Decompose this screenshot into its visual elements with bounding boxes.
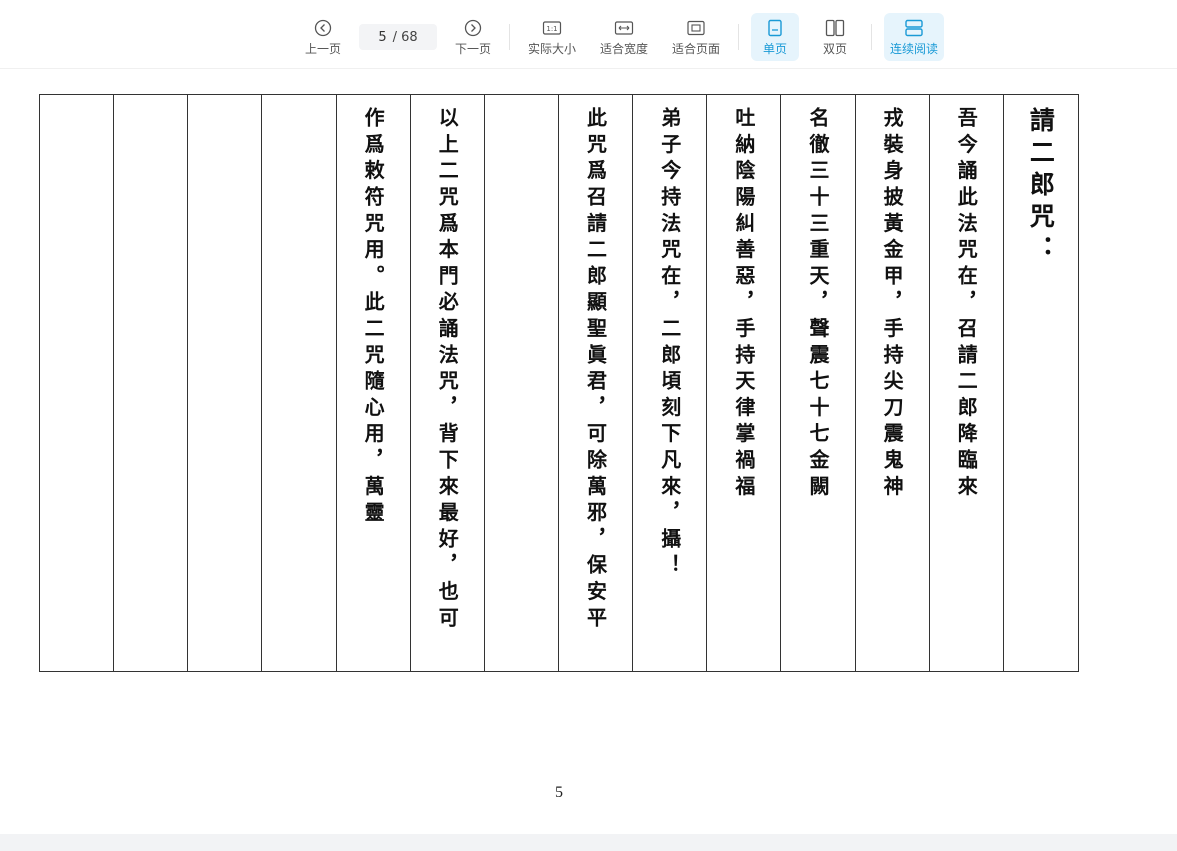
fit-width-button[interactable]: 适合宽度 bbox=[598, 13, 650, 61]
prev-page-button[interactable]: 上一页 bbox=[303, 13, 343, 61]
text-column bbox=[40, 95, 115, 671]
text-column bbox=[485, 95, 559, 671]
continuous-reading-button[interactable]: 连续阅读 bbox=[884, 13, 944, 61]
reader-toolbar: 上一页 5 / 68 下一页 1:1 实际大小 适合宽度 适合页面 单页 双页 … bbox=[0, 0, 1177, 69]
column-text: 以上二咒爲本門必誦法咒，背下來最好，也可 bbox=[435, 107, 460, 633]
column-text: 名徹三十三重天，聲震七十七金闕 bbox=[805, 107, 830, 502]
toolbar-divider bbox=[871, 24, 872, 50]
fit-page-button[interactable]: 适合页面 bbox=[670, 13, 722, 61]
text-column: 此咒爲召請二郎顯聖眞君，可除萬邪，保安平 bbox=[559, 95, 634, 671]
double-page-icon bbox=[825, 17, 845, 39]
svg-text:1:1: 1:1 bbox=[546, 25, 557, 33]
title-column: 請二郎咒： bbox=[1004, 95, 1078, 671]
prev-page-label: 上一页 bbox=[304, 42, 341, 56]
actual-size-icon: 1:1 bbox=[542, 17, 562, 39]
text-column bbox=[262, 95, 337, 671]
single-page-icon bbox=[767, 17, 783, 39]
column-text: 作爲敕符咒用。此二咒隨心用，萬靈 bbox=[361, 107, 386, 528]
fit-width-label: 适合宽度 bbox=[599, 42, 648, 56]
page-indicator: 5 / 68 bbox=[359, 24, 437, 50]
current-page-input[interactable]: 5 bbox=[378, 30, 386, 45]
chevron-left-circle-icon bbox=[314, 17, 332, 39]
single-page-button[interactable]: 单页 bbox=[751, 13, 799, 61]
double-page-label: 双页 bbox=[822, 42, 847, 56]
fit-page-icon bbox=[686, 17, 706, 39]
column-text: 弟子今持法咒在，二郎頃刻下凡來，攝！ bbox=[657, 107, 682, 581]
continuous-reading-label: 连续阅读 bbox=[889, 42, 938, 56]
text-column: 吐納陰陽糾善惡，手持天律掌禍福 bbox=[707, 95, 782, 671]
column-text: 吐納陰陽糾善惡，手持天律掌禍福 bbox=[731, 107, 756, 502]
total-pages: / 68 bbox=[392, 29, 418, 45]
column-text: 此咒爲召請二郎顯聖眞君，可除萬邪，保安平 bbox=[583, 107, 608, 633]
text-column bbox=[114, 95, 189, 671]
bottom-scroll-area bbox=[0, 834, 1177, 851]
fit-width-icon bbox=[614, 17, 634, 39]
text-column: 作爲敕符咒用。此二咒隨心用，萬靈 bbox=[337, 95, 411, 671]
text-column bbox=[188, 95, 263, 671]
actual-size-label: 实际大小 bbox=[527, 42, 576, 56]
column-text: 戎裝身披黃金甲，手持尖刀震鬼神 bbox=[880, 107, 905, 502]
page-number: 5 bbox=[555, 784, 563, 801]
text-column: 戎裝身披黃金甲，手持尖刀震鬼神 bbox=[856, 95, 930, 671]
next-page-label: 下一页 bbox=[454, 42, 491, 56]
actual-size-button[interactable]: 1:1 实际大小 bbox=[526, 13, 578, 61]
continuous-reading-icon bbox=[904, 17, 924, 39]
single-page-label: 单页 bbox=[762, 42, 787, 56]
fit-page-label: 适合页面 bbox=[671, 42, 720, 56]
incantation-title: 請二郎咒： bbox=[1026, 107, 1056, 267]
manuscript-grid: 作爲敕符咒用。此二咒隨心用，萬靈 以上二咒爲本門必誦法咒，背下來最好，也可 此咒… bbox=[39, 94, 1079, 672]
double-page-button[interactable]: 双页 bbox=[811, 13, 859, 61]
text-column: 弟子今持法咒在，二郎頃刻下凡來，攝！ bbox=[633, 95, 708, 671]
text-column: 以上二咒爲本門必誦法咒，背下來最好，也可 bbox=[411, 95, 485, 671]
text-column: 吾今誦此法咒在，召請二郎降臨來 bbox=[930, 95, 1004, 671]
toolbar-divider bbox=[509, 24, 510, 50]
text-column: 名徹三十三重天，聲震七十七金闕 bbox=[781, 95, 856, 671]
chevron-right-circle-icon bbox=[464, 17, 482, 39]
toolbar-divider bbox=[738, 24, 739, 50]
next-page-button[interactable]: 下一页 bbox=[453, 13, 493, 61]
column-text: 吾今誦此法咒在，召請二郎降臨來 bbox=[954, 107, 979, 502]
